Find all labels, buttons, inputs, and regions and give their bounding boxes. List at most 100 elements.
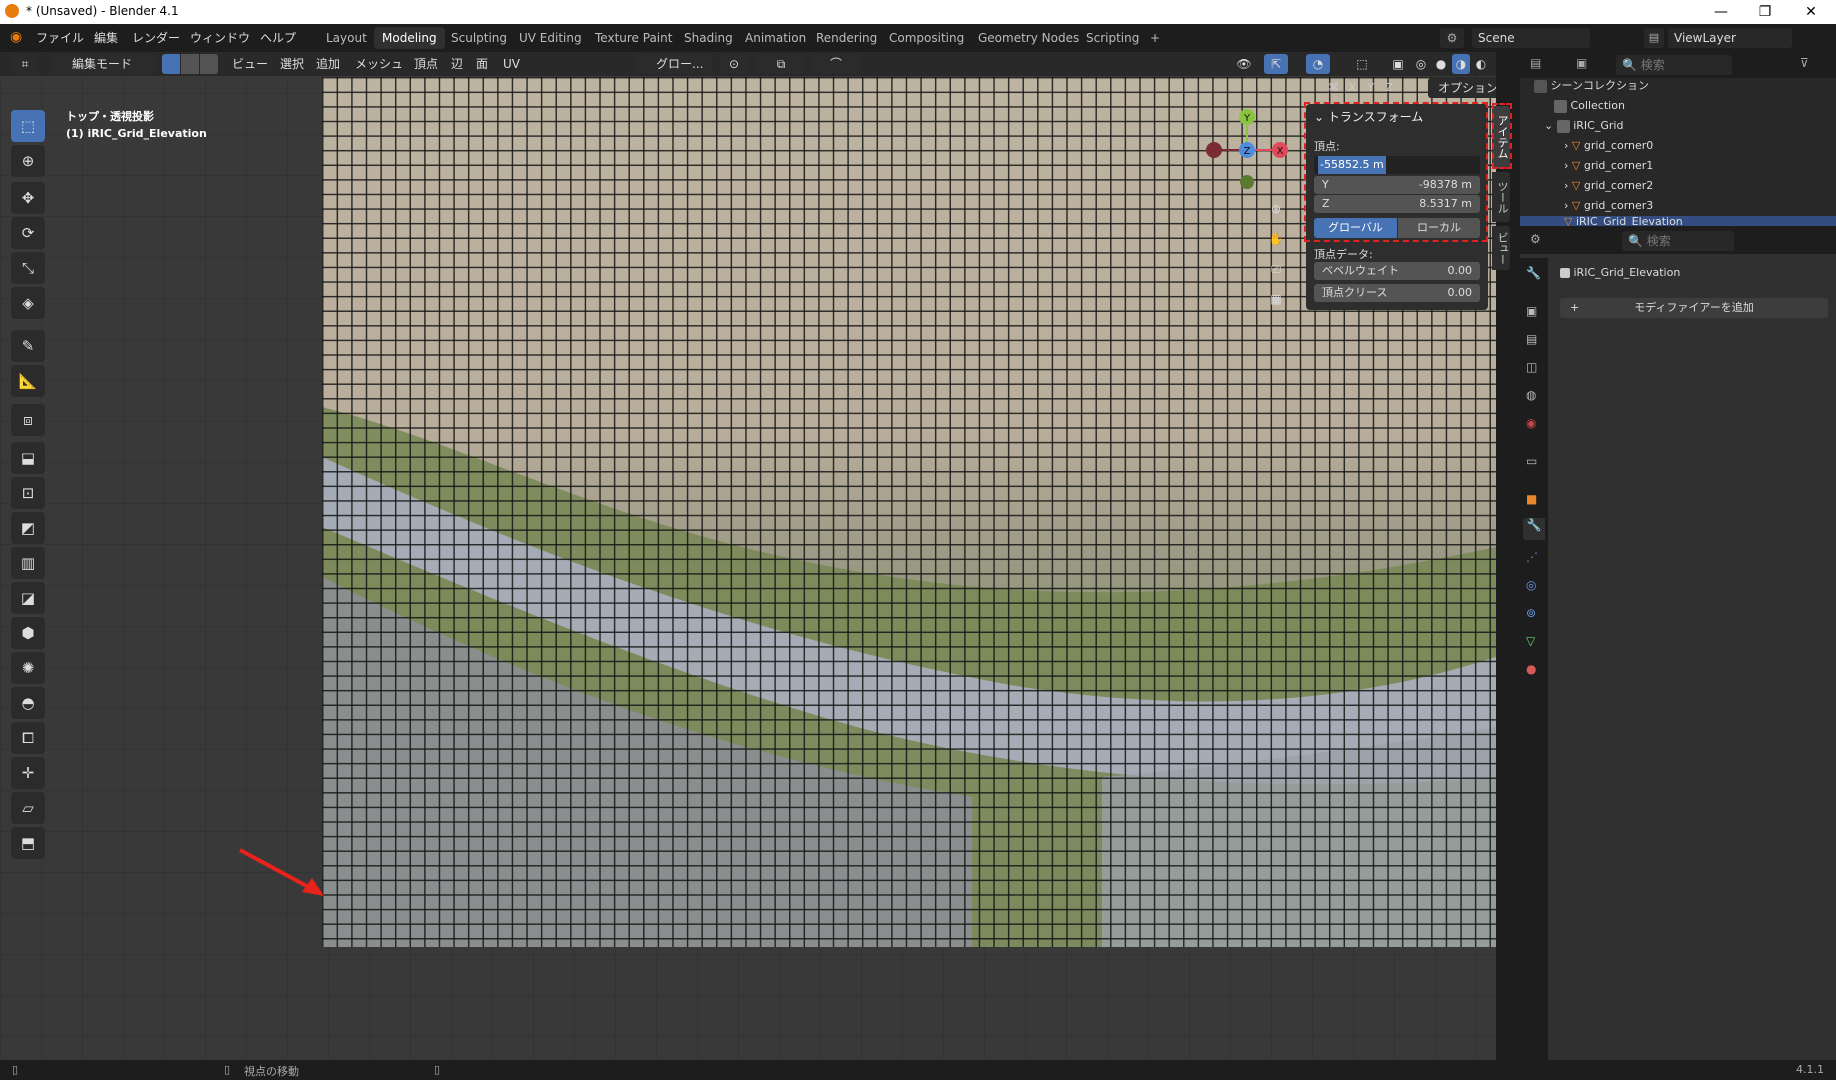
extrude-tool[interactable]: ⬓	[11, 442, 45, 474]
perspective-toggle-icon[interactable]: ▦	[1264, 287, 1288, 311]
mesh-edit-overlay-icon[interactable]: ⬚	[1350, 54, 1374, 74]
axis-x-toggle[interactable]: X	[1349, 81, 1357, 94]
visibility-icon[interactable]: 👁	[1230, 54, 1258, 74]
outliner-row-scene-collection[interactable]: シーンコレクション	[1520, 76, 1836, 96]
menu-help[interactable]: ヘルプ	[260, 29, 296, 46]
vertex-crease-field[interactable]: 頂点クリース 0.00	[1314, 284, 1480, 302]
view-layer-tab-icon[interactable]: ◫	[1526, 360, 1537, 374]
maximize-button[interactable]: ❐	[1742, 0, 1788, 24]
blender-menu-icon[interactable]: ◉	[10, 29, 26, 45]
gizmo-toggle-icon[interactable]: ⇱	[1264, 54, 1288, 74]
outliner-row-collection[interactable]: Collection	[1520, 96, 1836, 116]
rotate-tool[interactable]: ⟳	[11, 217, 45, 249]
tab-tool[interactable]: ツール	[1492, 172, 1510, 222]
data-tab-icon[interactable]: ▽	[1526, 634, 1535, 648]
outliner-editor-icon[interactable]: ▤	[1530, 56, 1541, 70]
orientation-dropdown[interactable]: グロー...	[636, 54, 712, 74]
options-dropdown[interactable]: オプション	[1428, 78, 1496, 98]
properties-editor-icon[interactable]: ⚙	[1530, 232, 1541, 246]
axis-y-toggle[interactable]: Y	[1368, 81, 1375, 94]
bevel-weight-field[interactable]: ベベルウェイト 0.00	[1314, 262, 1480, 280]
3d-viewport[interactable]: ⌗ 編集モード ビュー 選択 追加 メッシュ 頂点 辺 面 UV グロー... …	[0, 52, 1496, 1060]
rendered-shading-icon[interactable]: ◐	[1472, 54, 1490, 74]
edge-select-icon[interactable]	[181, 54, 199, 74]
tab-sculpting[interactable]: Sculpting	[443, 27, 515, 49]
pan-hand-icon[interactable]: ✋	[1264, 227, 1288, 251]
tab-texture-paint[interactable]: Texture Paint	[587, 27, 680, 49]
physics-tab-icon[interactable]: ◎	[1526, 578, 1536, 592]
collection-tab-icon[interactable]: ▭	[1526, 454, 1537, 468]
menu-file[interactable]: ファイル	[36, 29, 84, 46]
outliner-row-iric-grid[interactable]: ⌄ iRIC_Grid	[1520, 116, 1836, 136]
xray-icon[interactable]: ▣	[1388, 54, 1408, 74]
navigation-gizmo[interactable]: Y Z X	[1204, 107, 1294, 197]
tab-compositing[interactable]: Compositing	[881, 27, 972, 49]
proportional-edit-icon[interactable]: ⌒	[812, 54, 860, 74]
tab-layout[interactable]: Layout	[318, 27, 375, 49]
select-box-tool[interactable]: ⬚	[11, 110, 45, 142]
world-tab-icon[interactable]: ◉	[1526, 416, 1536, 430]
minimize-button[interactable]: —	[1698, 0, 1744, 24]
transform-tool[interactable]: ◈	[11, 287, 45, 319]
poly-build-tool[interactable]: ⬢	[11, 617, 45, 649]
shrink-fatten-tool[interactable]: ✛	[11, 757, 45, 789]
add-modifier-button[interactable]: + モディファイアーを追加	[1560, 298, 1828, 318]
view-layer-icon[interactable]: ▤	[1644, 28, 1664, 48]
menu-window[interactable]: ウィンドウ	[190, 29, 250, 46]
tab-modeling[interactable]: Modeling	[374, 27, 445, 49]
output-tab-icon[interactable]: ▤	[1526, 332, 1537, 346]
cursor-tool[interactable]: ⊕	[11, 145, 45, 177]
menu-render[interactable]: レンダー	[132, 29, 180, 46]
pivot-icon[interactable]: ⊙	[720, 54, 748, 74]
loop-cut-tool[interactable]: ▥	[11, 547, 45, 579]
object-tab-icon[interactable]: ■	[1526, 492, 1537, 506]
particles-tab-icon[interactable]: ⋰	[1526, 550, 1538, 564]
face-select-icon[interactable]	[200, 54, 218, 74]
add-workspace-button[interactable]: +	[1142, 27, 1168, 49]
properties-search-input[interactable]: 🔍 検索	[1622, 231, 1734, 251]
menu-vertex[interactable]: 頂点	[414, 54, 438, 74]
spin-tool[interactable]: ✺	[11, 652, 45, 684]
constraints-tab-icon[interactable]: ⊚	[1526, 606, 1536, 620]
outliner-row-grid-corner2[interactable]: › ▽ grid_corner2	[1520, 176, 1836, 196]
menu-add[interactable]: 追加	[316, 54, 340, 74]
bevel-tool[interactable]: ◩	[11, 512, 45, 544]
material-tab-icon[interactable]: ●	[1526, 662, 1536, 676]
tab-view[interactable]: ビュー	[1492, 226, 1510, 270]
move-tool[interactable]: ✥	[11, 182, 45, 214]
editor-type-icon[interactable]: ⌗	[12, 54, 38, 74]
edge-slide-tool[interactable]: ⧠	[11, 722, 45, 754]
tool-tab-icon[interactable]: 🔧	[1526, 266, 1541, 280]
scene-tab-icon[interactable]: ◍	[1526, 388, 1536, 402]
outliner-row-grid-corner1[interactable]: › ▽ grid_corner1	[1520, 156, 1836, 176]
mirror-icon[interactable]: ⌘	[1328, 81, 1339, 94]
close-button[interactable]: ✕	[1788, 0, 1834, 24]
tab-animation[interactable]: Animation	[737, 27, 814, 49]
add-cube-tool[interactable]: ⧈	[11, 404, 45, 436]
menu-face[interactable]: 面	[476, 54, 488, 74]
menu-mesh[interactable]: メッシュ	[355, 54, 403, 74]
vertex-select-icon[interactable]	[162, 54, 180, 74]
modifier-tab-icon[interactable]: 🔧	[1523, 518, 1545, 540]
menu-edge[interactable]: 辺	[451, 54, 463, 74]
material-shading-icon[interactable]: ◑	[1452, 54, 1470, 74]
menu-edit[interactable]: 編集	[94, 29, 118, 46]
knife-tool[interactable]: ◪	[11, 582, 45, 614]
tab-geometry-nodes[interactable]: Geometry Nodes	[970, 27, 1087, 49]
axis-z-toggle[interactable]: Z	[1386, 81, 1394, 94]
tab-scripting[interactable]: Scripting	[1078, 27, 1147, 49]
render-tab-icon[interactable]: ▣	[1526, 304, 1537, 318]
display-mode-icon[interactable]: ▣	[1576, 56, 1587, 70]
menu-select[interactable]: 選択	[280, 54, 304, 74]
annotate-tool[interactable]: ✎	[11, 330, 45, 362]
menu-uv[interactable]: UV	[503, 54, 520, 74]
snap-icon[interactable]: ⧉	[756, 54, 806, 74]
tab-uv-editing[interactable]: UV Editing	[511, 27, 590, 49]
menu-view[interactable]: ビュー	[232, 54, 268, 74]
scene-name-field[interactable]: Scene	[1472, 28, 1590, 48]
camera-view-icon[interactable]: ⎚	[1264, 257, 1288, 281]
scale-tool[interactable]: ⤡	[11, 252, 45, 284]
mode-dropdown[interactable]: 編集モード	[50, 54, 154, 74]
shear-tool[interactable]: ▱	[11, 792, 45, 824]
smooth-tool[interactable]: ◓	[11, 687, 45, 719]
